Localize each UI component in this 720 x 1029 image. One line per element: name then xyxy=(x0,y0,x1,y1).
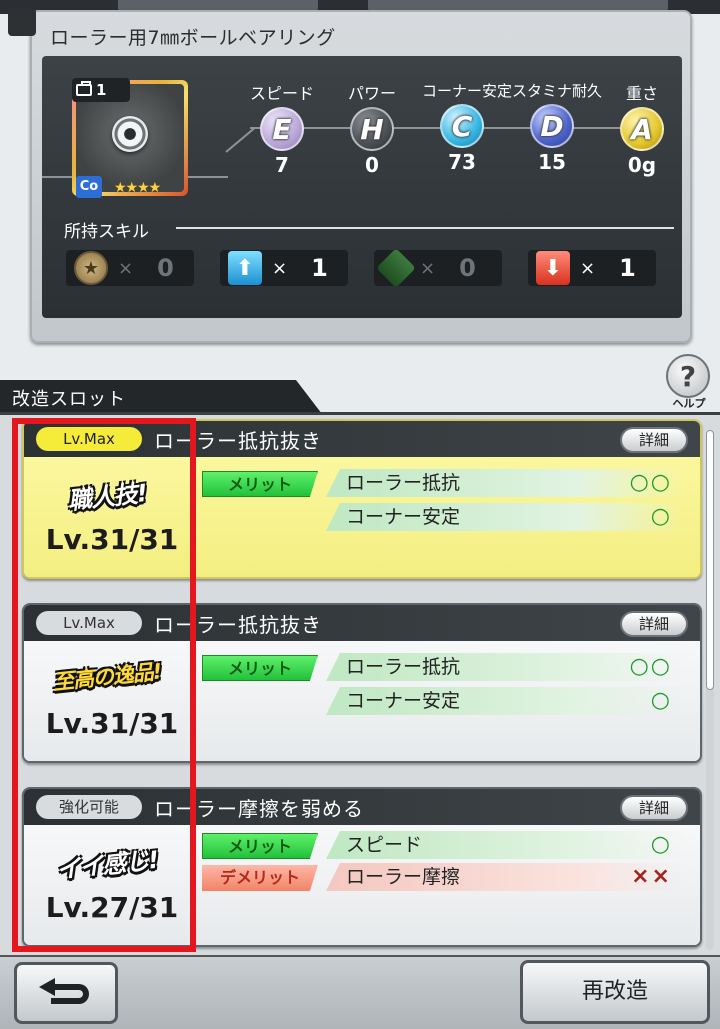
grade-coin-icon: A xyxy=(620,107,664,151)
multiply-sign: × xyxy=(420,257,436,279)
effect-row: コーナー安定 ○ xyxy=(326,503,686,531)
stat-speed: スピード E 7 xyxy=(242,80,322,177)
help-button[interactable]: ? xyxy=(666,354,710,398)
effect-mark: ○ xyxy=(650,688,672,713)
stat-power: パワー H 0 xyxy=(332,80,412,177)
effect-mark: ○○ xyxy=(629,654,672,679)
divider xyxy=(176,227,674,229)
skill-count: 0 xyxy=(459,254,476,282)
multiply-sign: × xyxy=(580,257,596,279)
remodel-button[interactable]: 再改造 xyxy=(520,960,710,1024)
stat-value: 15 xyxy=(538,150,566,174)
highlight-annotation xyxy=(12,418,196,952)
skill-count: 1 xyxy=(619,254,636,282)
stat-label: パワー xyxy=(347,84,396,103)
connector-line xyxy=(42,176,72,178)
effect-row: ローラー抵抗 ○○ xyxy=(326,469,686,497)
part-type-badge: Co xyxy=(76,176,102,198)
effect-text: ローラー摩擦 xyxy=(346,866,461,888)
grade-coin-icon: C xyxy=(440,104,484,148)
effect-mark: ×× xyxy=(631,864,672,889)
detail-button[interactable]: 詳細 xyxy=(620,427,688,453)
skill-pill-down: ⬇ × 1 xyxy=(528,250,656,286)
star-skill-icon: ★ xyxy=(74,251,108,285)
effect-text: ローラー抵抗 xyxy=(346,472,461,494)
stat-weight: 重さ A 0g xyxy=(602,80,682,177)
effect-row: コーナー安定 ○ xyxy=(326,687,686,715)
toolbox-icon xyxy=(76,81,92,96)
part-title: ローラー用7㎜ボールベアリング xyxy=(50,27,336,49)
effect-text: ローラー抵抗 xyxy=(346,656,461,678)
merit-chip: メリット xyxy=(202,471,318,497)
connector-line xyxy=(188,176,228,178)
skill-count: 1 xyxy=(311,254,328,282)
stat-label: コーナー安定 xyxy=(422,82,513,100)
skill-pill-diamond: × 0 xyxy=(374,248,502,288)
skill-count: 0 xyxy=(157,254,174,282)
back-button[interactable] xyxy=(14,962,118,1024)
multiply-sign: × xyxy=(272,257,288,279)
back-arrow-icon xyxy=(39,978,93,1008)
stat-value: 0 xyxy=(365,153,379,177)
effect-mark: ○ xyxy=(650,504,672,529)
stat-stamina: スタミナ耐久 D 15 xyxy=(512,80,603,174)
menu-badge-icon[interactable] xyxy=(8,8,36,36)
effect-text: コーナー安定 xyxy=(346,506,461,528)
scrollbar-thumb[interactable] xyxy=(706,430,714,690)
effect-text: スピード xyxy=(346,834,423,856)
multiply-sign: × xyxy=(118,257,134,279)
effect-row: ローラー摩擦 ×× xyxy=(326,863,686,891)
effect-text: コーナー安定 xyxy=(346,690,461,712)
effect-row: ローラー抵抗 ○○ xyxy=(326,653,686,681)
skill-pill-star: ★ × 0 xyxy=(66,250,194,286)
effect-mark: ○ xyxy=(650,832,672,857)
detail-button[interactable]: 詳細 xyxy=(620,611,688,637)
part-card: ローラー用7㎜ボールベアリング 1 Co ★★★★ スピード E 7 パワー H… xyxy=(30,10,692,343)
rarity-stars: ★★★★ xyxy=(114,180,161,196)
demerit-chip: デメリット xyxy=(202,865,318,891)
stats-panel: 1 Co ★★★★ スピード E 7 パワー H 0 コーナー安定 C 73 ス… xyxy=(42,56,682,318)
stat-value: 0g xyxy=(627,153,657,177)
stat-value: 7 xyxy=(275,153,289,177)
help-icon: ? xyxy=(679,359,697,393)
stat-label: 重さ xyxy=(625,84,658,103)
diamond-skill-icon xyxy=(376,248,416,288)
ball-bearing-icon xyxy=(112,116,148,152)
grade-coin-icon: E xyxy=(260,107,304,151)
merit-chip: メリット xyxy=(202,833,318,859)
help-label[interactable]: ヘルプ xyxy=(664,395,714,411)
stat-cornering: コーナー安定 C 73 xyxy=(422,80,513,174)
effect-row: スピード ○ xyxy=(326,831,686,859)
detail-button[interactable]: 詳細 xyxy=(620,795,688,821)
part-icon-frame[interactable]: 1 Co ★★★★ xyxy=(72,78,188,198)
stat-value: 73 xyxy=(448,150,476,174)
stat-label: スピード xyxy=(249,84,314,103)
skills-heading: 所持スキル xyxy=(64,222,149,242)
merit-chip: メリット xyxy=(202,655,318,681)
skill-pill-up: ⬆ × 1 xyxy=(220,250,348,286)
grade-coin-icon: H xyxy=(350,107,394,151)
down-arrow-skill-icon: ⬇ xyxy=(536,251,570,285)
effect-mark: ○○ xyxy=(629,470,672,495)
slots-header-label: 改造スロット xyxy=(12,389,126,410)
owned-count-badge: 1 xyxy=(72,78,130,102)
stat-label: スタミナ耐久 xyxy=(512,82,603,100)
grade-coin-icon: D xyxy=(530,104,574,148)
owned-count: 1 xyxy=(96,81,107,99)
slots-header: 改造スロット xyxy=(0,380,322,414)
up-arrow-skill-icon: ⬆ xyxy=(228,251,262,285)
